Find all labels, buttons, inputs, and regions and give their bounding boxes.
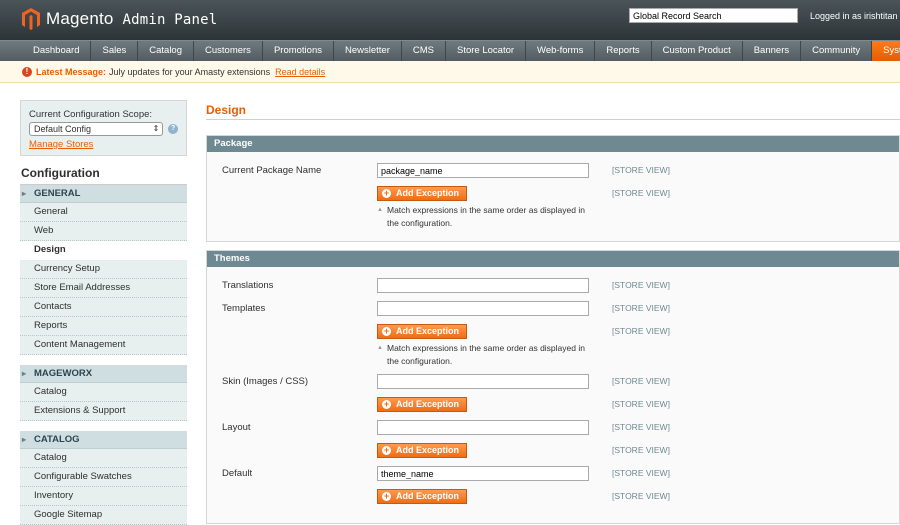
layout-label: Layout (222, 422, 251, 433)
nav-community[interactable]: Community (801, 41, 873, 61)
package-fieldset: Package Current Package Name [STORE VIEW… (206, 135, 900, 242)
scope-tag: [STORE VIEW] (612, 468, 670, 478)
templates-input[interactable] (377, 301, 589, 316)
logged-in-user: Logged in as irishtitan (810, 11, 898, 21)
config-sidebar: Current Configuration Scope: Default Con… (20, 100, 187, 525)
exception-note: Match expressions in the same order as d… (377, 204, 597, 230)
scope-tag: [STORE VIEW] (612, 422, 670, 432)
scope-tag: [STORE VIEW] (612, 280, 670, 290)
admin-header: Magento Admin Panel Logged in as irishti… (0, 0, 900, 40)
translations-label: Translations (222, 280, 274, 291)
brand-subtitle: Admin Panel (122, 12, 218, 28)
nav-store-locator[interactable]: Store Locator (446, 41, 527, 61)
package-name-input[interactable] (377, 163, 589, 178)
sidebar-item-general[interactable]: General (20, 203, 187, 222)
add-exception-button[interactable]: + Add Exception (377, 443, 467, 458)
default-label: Default (222, 468, 253, 479)
sidebar-item-store-email-addresses[interactable]: Store Email Addresses (20, 279, 187, 298)
sidebar-item-design[interactable]: Design (20, 241, 187, 260)
nav-cms[interactable]: CMS (402, 41, 446, 61)
alert-icon: ! (22, 66, 32, 77)
nav-system[interactable]: System (872, 41, 900, 61)
scope-select-value: Default Config (34, 124, 92, 134)
sidebar-item-inventory[interactable]: Inventory (20, 487, 187, 506)
logo[interactable]: Magento Admin Panel (22, 8, 217, 30)
nav-customers[interactable]: Customers (194, 41, 263, 61)
sidebar-item-extensions-support[interactable]: Extensions & Support (20, 402, 187, 421)
scope-tag: [STORE VIEW] (612, 326, 670, 336)
section-mageworx[interactable]: MAGEWORX (20, 365, 187, 383)
layout-input[interactable] (377, 420, 589, 435)
global-search-input[interactable] (629, 8, 798, 23)
themes-fieldset: Themes Translations [STORE VIEW] Templat… (206, 250, 900, 524)
add-exception-button[interactable]: + Add Exception (377, 186, 467, 201)
manage-stores-link[interactable]: Manage Stores (29, 139, 178, 150)
plus-icon: + (382, 445, 391, 455)
nav-web-forms[interactable]: Web-forms (526, 41, 596, 61)
scope-label: Current Configuration Scope: (29, 109, 153, 120)
exception-note: Match expressions in the same order as d… (377, 342, 597, 368)
nav-catalog[interactable]: Catalog (138, 41, 194, 61)
scope-tag: [STORE VIEW] (612, 303, 670, 313)
sidebar-item-google-sitemap[interactable]: Google Sitemap (20, 506, 187, 525)
magento-logo-icon (22, 8, 40, 30)
add-exception-label: Add Exception (396, 188, 460, 198)
select-arrows-icon: ⇕ (152, 124, 160, 133)
scope-tag: [STORE VIEW] (612, 399, 670, 409)
configuration-title: Configuration (20, 156, 187, 185)
message-text: July updates for your Amasty extensions (109, 66, 271, 77)
message-label: Latest Message: (36, 66, 107, 77)
nav-dashboard[interactable]: Dashboard (22, 41, 92, 61)
themes-fieldset-header[interactable]: Themes (207, 251, 899, 267)
nav-sales[interactable]: Sales (91, 41, 139, 61)
scope-select[interactable]: Default Config ⇕ (29, 122, 164, 136)
default-theme-input[interactable] (377, 466, 589, 481)
add-exception-button[interactable]: + Add Exception (377, 324, 467, 339)
scope-switcher: Current Configuration Scope: Default Con… (20, 100, 187, 156)
scope-tag: [STORE VIEW] (612, 188, 670, 198)
read-details-link[interactable]: Read details (275, 67, 325, 77)
section-general[interactable]: GENERAL (20, 185, 187, 203)
plus-icon: + (382, 491, 391, 501)
main-content: Design Package Current Package Name [STO… (206, 100, 900, 524)
sidebar-item-currency-setup[interactable]: Currency Setup (20, 260, 187, 279)
templates-label: Templates (222, 303, 266, 314)
nav-custom-product[interactable]: Custom Product (652, 41, 743, 61)
page-title: Design (206, 100, 900, 120)
plus-icon: + (382, 188, 391, 198)
skin-input[interactable] (377, 374, 589, 389)
scope-tag: [STORE VIEW] (612, 165, 670, 175)
scope-tag: [STORE VIEW] (612, 376, 670, 386)
latest-message-bar: ! Latest Message: July updates for your … (0, 61, 900, 83)
sidebar-item-catalog[interactable]: Catalog (20, 449, 187, 468)
scope-tag: [STORE VIEW] (612, 445, 670, 455)
brand-name: Magento (46, 9, 114, 28)
nav-newsletter[interactable]: Newsletter (334, 41, 402, 61)
plus-icon: + (382, 399, 391, 409)
add-exception-button[interactable]: + Add Exception (377, 397, 467, 412)
skin-label: Skin (Images / CSS) (222, 376, 309, 387)
nav-reports[interactable]: Reports (595, 41, 652, 61)
sidebar-item-content-management[interactable]: Content Management (20, 336, 187, 355)
sidebar-item-configurable-swatches[interactable]: Configurable Swatches (20, 468, 187, 487)
nav-banners[interactable]: Banners (743, 41, 802, 61)
add-exception-label: Add Exception (396, 445, 460, 455)
sidebar-item-mageworx-catalog[interactable]: Catalog (20, 383, 187, 402)
plus-icon: + (382, 326, 391, 336)
scope-tag: [STORE VIEW] (612, 491, 670, 501)
main-nav: Dashboard Sales Catalog Customers Promot… (0, 40, 900, 61)
nav-promotions[interactable]: Promotions (263, 41, 334, 61)
help-icon[interactable]: ? (168, 124, 178, 134)
section-catalog[interactable]: CATALOG (20, 431, 187, 449)
add-exception-label: Add Exception (396, 399, 460, 409)
translations-input[interactable] (377, 278, 589, 293)
package-fieldset-header[interactable]: Package (207, 136, 899, 152)
add-exception-label: Add Exception (396, 326, 460, 336)
add-exception-label: Add Exception (396, 491, 460, 501)
sidebar-item-reports[interactable]: Reports (20, 317, 187, 336)
sidebar-item-contacts[interactable]: Contacts (20, 298, 187, 317)
add-exception-button[interactable]: + Add Exception (377, 489, 467, 504)
package-name-label: Current Package Name (222, 165, 322, 176)
sidebar-item-web[interactable]: Web (20, 222, 187, 241)
